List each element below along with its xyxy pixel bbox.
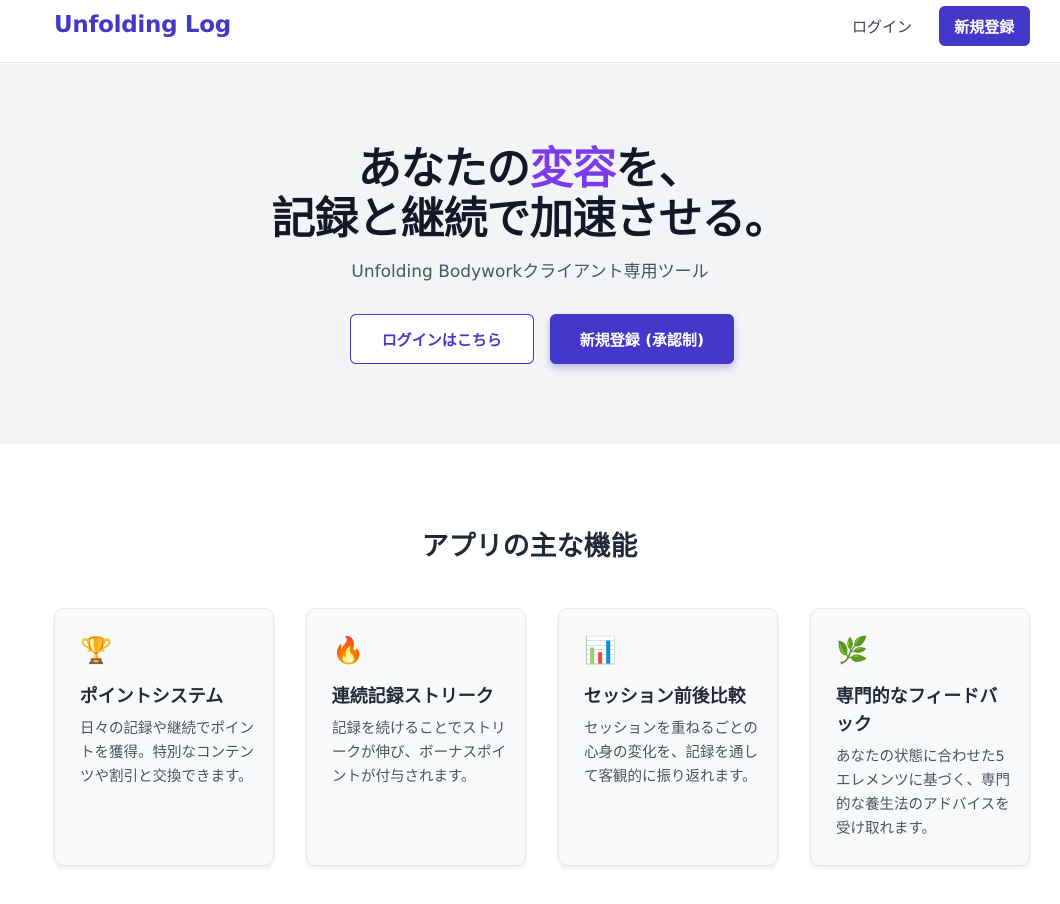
hero-login-button[interactable]: ログインはこちら xyxy=(350,314,534,364)
nav-signup-button[interactable]: 新規登録 xyxy=(939,6,1030,46)
nav-login-link[interactable]: ログイン xyxy=(852,16,912,37)
fire-icon: 🔥 xyxy=(332,636,365,666)
hero-title: あなたの変容を、 記録と継続で加速させる。 xyxy=(0,144,1060,244)
feature-title: 連続記録ストリーク xyxy=(332,686,494,707)
feature-description: セッションを重ねるごとの心身の変化を、記録を通して客観的に振り返れます。 xyxy=(584,721,758,785)
hero-signup-button[interactable]: 新規登録 (承認制) xyxy=(550,314,734,364)
brand-logo[interactable]: Unfolding Log xyxy=(54,12,231,38)
hero-title-accent: 変容 xyxy=(530,143,617,194)
feature-card-streak: 🔥 連続記録ストリーク 記録を続けることでストリークが伸び、ボーナスポイントが付… xyxy=(306,608,526,866)
features-heading: アプリの主な機能 xyxy=(422,531,638,562)
feature-card-points: 🏆 ポイントシステム 日々の記録や継続でポイントを獲得。特別なコンテンツや割引と… xyxy=(54,608,274,866)
top-navigation-bar: Unfolding Log ログイン 新規登録 xyxy=(0,0,1060,63)
feature-description: あなたの状態に合わせた5エレメンツに基づく、専門的な養生法のアドバイスを受け取れ… xyxy=(836,749,1010,837)
hero-title-line1-pre: あなたの xyxy=(358,143,531,194)
herb-icon: 🌿 xyxy=(836,636,869,666)
feature-title: ポイントシステム xyxy=(80,686,224,707)
feature-card-comparison: 📊 セッション前後比較 セッションを重ねるごとの心身の変化を、記録を通して客観的… xyxy=(558,608,778,866)
feature-description: 記録を続けることでストリークが伸び、ボーナスポイントが付与されます。 xyxy=(332,721,506,785)
trophy-icon: 🏆 xyxy=(80,636,113,666)
feature-description: 日々の記録や継続でポイントを獲得。特別なコンテンツや割引と交換できます。 xyxy=(80,721,254,785)
bar-chart-icon: 📊 xyxy=(584,636,617,666)
feature-title: セッション前後比較 xyxy=(584,686,746,707)
hero-title-line2: 記録と継続で加速させる。 xyxy=(272,193,789,244)
feature-card-feedback: 🌿 専門的なフィードバック あなたの状態に合わせた5エレメンツに基づく、専門的な… xyxy=(810,608,1030,866)
feature-title: 専門的なフィードバック xyxy=(836,686,998,735)
hero-section: あなたの変容を、 記録と継続で加速させる。 Unfolding Bodywork… xyxy=(0,64,1060,444)
hero-title-line1-post: を、 xyxy=(616,143,703,194)
hero-subtitle: Unfolding Bodyworkクライアント専用ツール xyxy=(351,262,709,282)
